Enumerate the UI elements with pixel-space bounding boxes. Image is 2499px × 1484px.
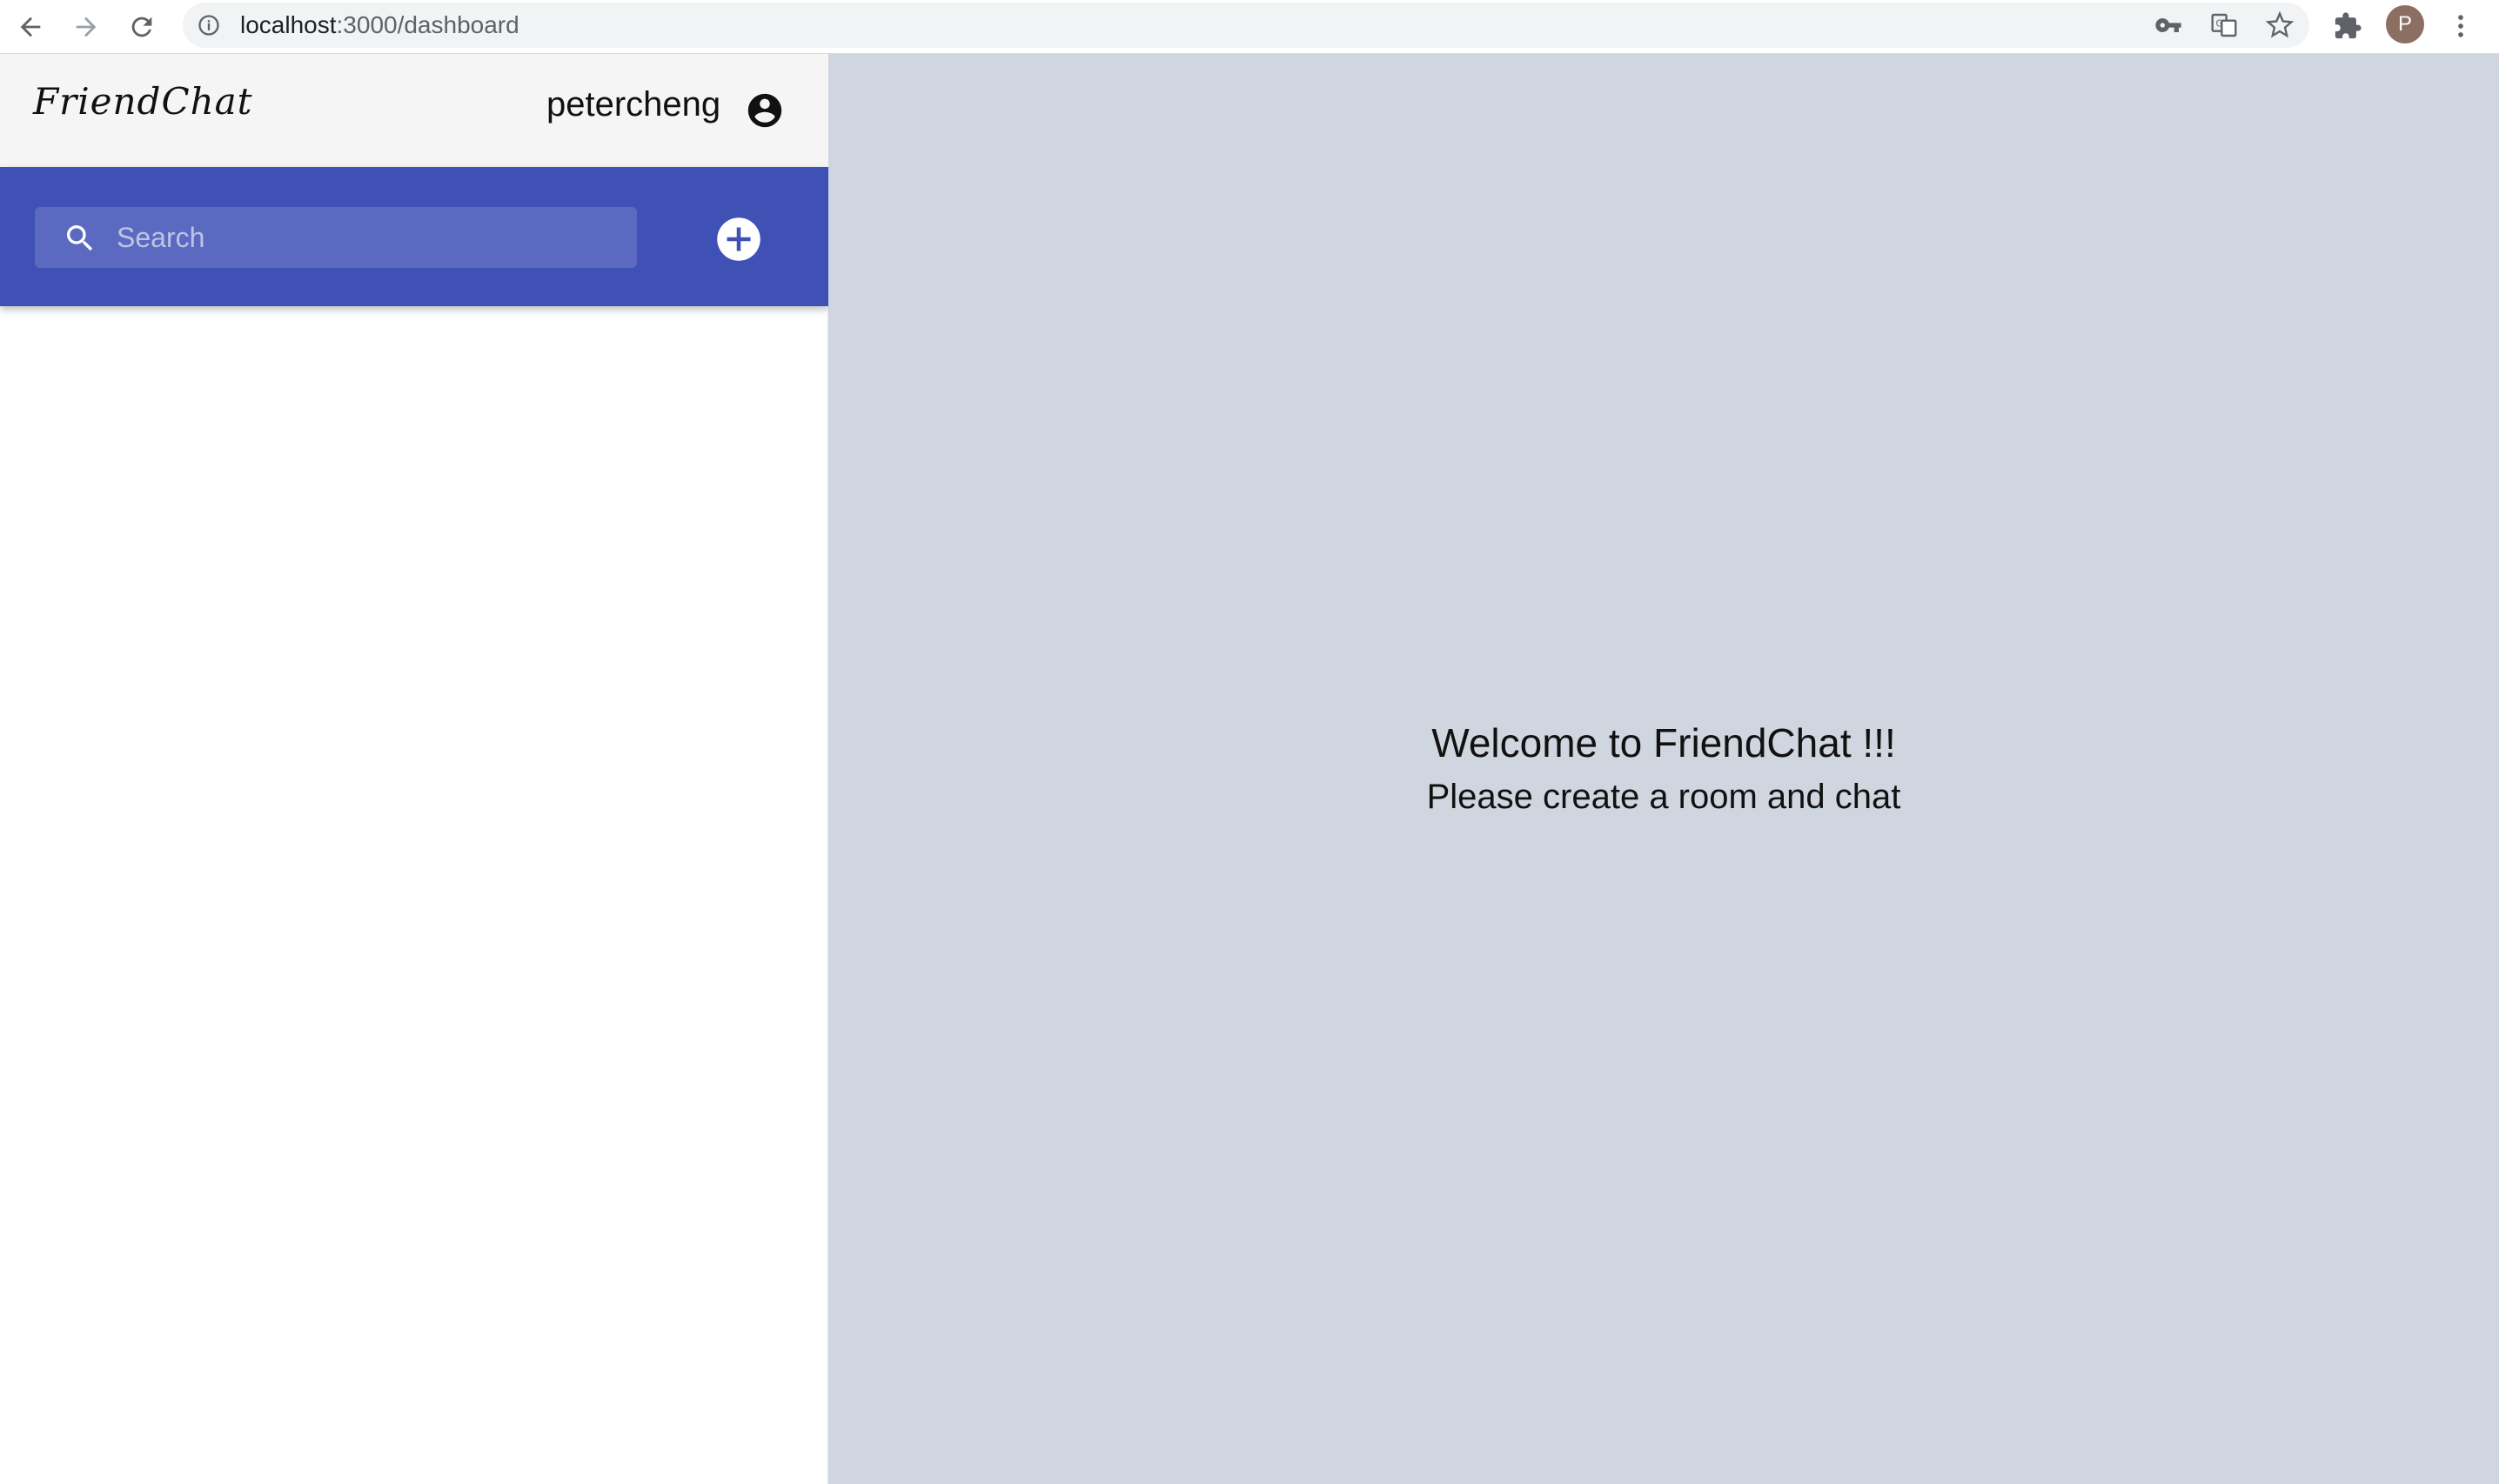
chat-main-area: Welcome to FriendChat !!! Please create …: [828, 54, 2499, 1484]
browser-toolbar: localhost:3000/dashboard G P: [0, 0, 2499, 54]
sidebar-header: FriendChat petercheng: [0, 54, 828, 167]
account-circle-icon[interactable]: [745, 90, 785, 130]
search-box[interactable]: [35, 207, 637, 268]
sidebar: FriendChat petercheng: [0, 54, 828, 1484]
room-list: [0, 306, 828, 1484]
puzzle-icon: [2335, 12, 2362, 39]
search-toolbar: [0, 167, 828, 306]
welcome-message: Welcome to FriendChat !!! Please create …: [828, 719, 2499, 821]
url-path: :3000/dashboard: [336, 11, 519, 38]
address-bar[interactable]: localhost:3000/dashboard G: [183, 3, 2309, 48]
browser-menu-button[interactable]: [2443, 9, 2478, 43]
welcome-subtitle: Please create a room and chat: [1426, 778, 1901, 816]
forward-button[interactable]: [66, 7, 106, 47]
url-host: localhost: [240, 11, 337, 38]
url-text[interactable]: localhost:3000/dashboard: [240, 3, 519, 48]
translate-icon[interactable]: G: [2210, 11, 2238, 39]
add-circle-icon[interactable]: [715, 216, 762, 263]
search-input[interactable]: [117, 207, 621, 268]
app-logo: FriendChat: [33, 80, 253, 123]
profile-avatar[interactable]: P: [2386, 5, 2424, 43]
extensions-button[interactable]: [2330, 9, 2365, 43]
welcome-title: Welcome to FriendChat !!!: [1431, 720, 1896, 765]
info-icon[interactable]: [197, 13, 221, 37]
svg-text:G: G: [2216, 17, 2223, 29]
arrow-right-icon: [76, 17, 97, 37]
search-icon: [67, 225, 93, 251]
arrow-left-icon: [20, 17, 41, 37]
key-icon[interactable]: [2154, 11, 2182, 39]
star-icon[interactable]: [2266, 11, 2294, 39]
back-button[interactable]: [10, 7, 50, 47]
reload-icon: [131, 17, 152, 37]
reload-button[interactable]: [122, 7, 162, 47]
more-vert-icon: [2458, 15, 2463, 37]
username: petercheng: [546, 85, 721, 124]
